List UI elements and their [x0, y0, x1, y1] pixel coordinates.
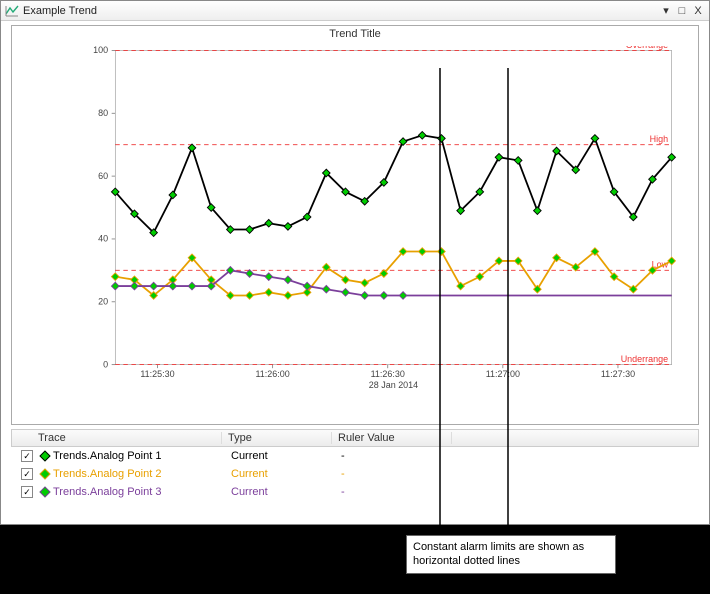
svg-text:28 Jan 2014: 28 Jan 2014 — [369, 380, 418, 390]
svg-text:11:27:30: 11:27:30 — [601, 369, 635, 379]
trace-name: Trends.Analog Point 2 — [53, 468, 161, 480]
trend-icon — [5, 4, 19, 18]
trace-checkbox[interactable]: ✓ — [21, 486, 33, 498]
legend-header: Trace Type Ruler Value — [11, 429, 699, 447]
ruler-value: - — [335, 450, 455, 462]
close-button[interactable]: X — [691, 4, 705, 18]
svg-text:Underrange: Underrange — [621, 354, 668, 364]
svg-text:100: 100 — [93, 46, 108, 55]
svg-text:0: 0 — [103, 359, 108, 369]
svg-text:40: 40 — [98, 234, 108, 244]
svg-text:11:26:00: 11:26:00 — [255, 369, 289, 379]
ruler-value: - — [335, 486, 455, 498]
legend-row: ✓ Trends.Analog Point 2 Current - — [11, 465, 699, 483]
trend-plot: 0 20 40 60 80 100 11:25:30 11:26:00 11:26:30 11:2… — [70, 46, 690, 396]
dropdown-icon[interactable]: ▾ — [659, 4, 673, 18]
legend-row: ✓ Trends.Analog Point 3 Current - — [11, 483, 699, 501]
svg-text:11:25:30: 11:25:30 — [140, 369, 174, 379]
svg-text:20: 20 — [98, 296, 108, 306]
window-title: Example Trend — [23, 5, 657, 17]
trace-checkbox[interactable]: ✓ — [21, 468, 33, 480]
callout-box: Constant alarm limits are shown as horiz… — [406, 535, 616, 574]
legend-table: Trace Type Ruler Value ✓ Trends.Analog P… — [11, 429, 699, 501]
trace-name: Trends.Analog Point 3 — [53, 486, 161, 498]
trace-type: Current — [225, 468, 335, 480]
trace-checkbox[interactable]: ✓ — [21, 450, 33, 462]
trace-type: Current — [225, 450, 335, 462]
svg-text:11:26:30: 11:26:30 — [371, 369, 405, 379]
titlebar: Example Trend ▾ □ X — [1, 1, 709, 21]
chart-title: Trend Title — [12, 26, 698, 42]
svg-text:11:27:00: 11:27:00 — [486, 369, 520, 379]
col-header-type: Type — [222, 432, 332, 444]
svg-text:60: 60 — [98, 171, 108, 181]
diamond-marker-icon — [39, 450, 50, 461]
ruler-value: - — [335, 468, 455, 480]
svg-text:Overrange: Overrange — [626, 46, 668, 50]
maximize-button[interactable]: □ — [675, 4, 689, 18]
col-header-ruler: Ruler Value — [332, 432, 452, 444]
svg-text:80: 80 — [98, 108, 108, 118]
chart-panel: Trend Title 0 20 40 60 80 100 11:25:30 11:26:00… — [11, 25, 699, 425]
trace-name: Trends.Analog Point 1 — [53, 450, 161, 462]
diamond-marker-icon — [39, 468, 50, 479]
diamond-marker-icon — [39, 486, 50, 497]
trend-window: Example Trend ▾ □ X Trend Title 0 20 40 60 8… — [0, 0, 710, 525]
legend-row: ✓ Trends.Analog Point 1 Current - — [11, 447, 699, 465]
col-header-trace: Trace — [32, 432, 222, 444]
svg-text:High: High — [650, 134, 668, 144]
trace-type: Current — [225, 486, 335, 498]
